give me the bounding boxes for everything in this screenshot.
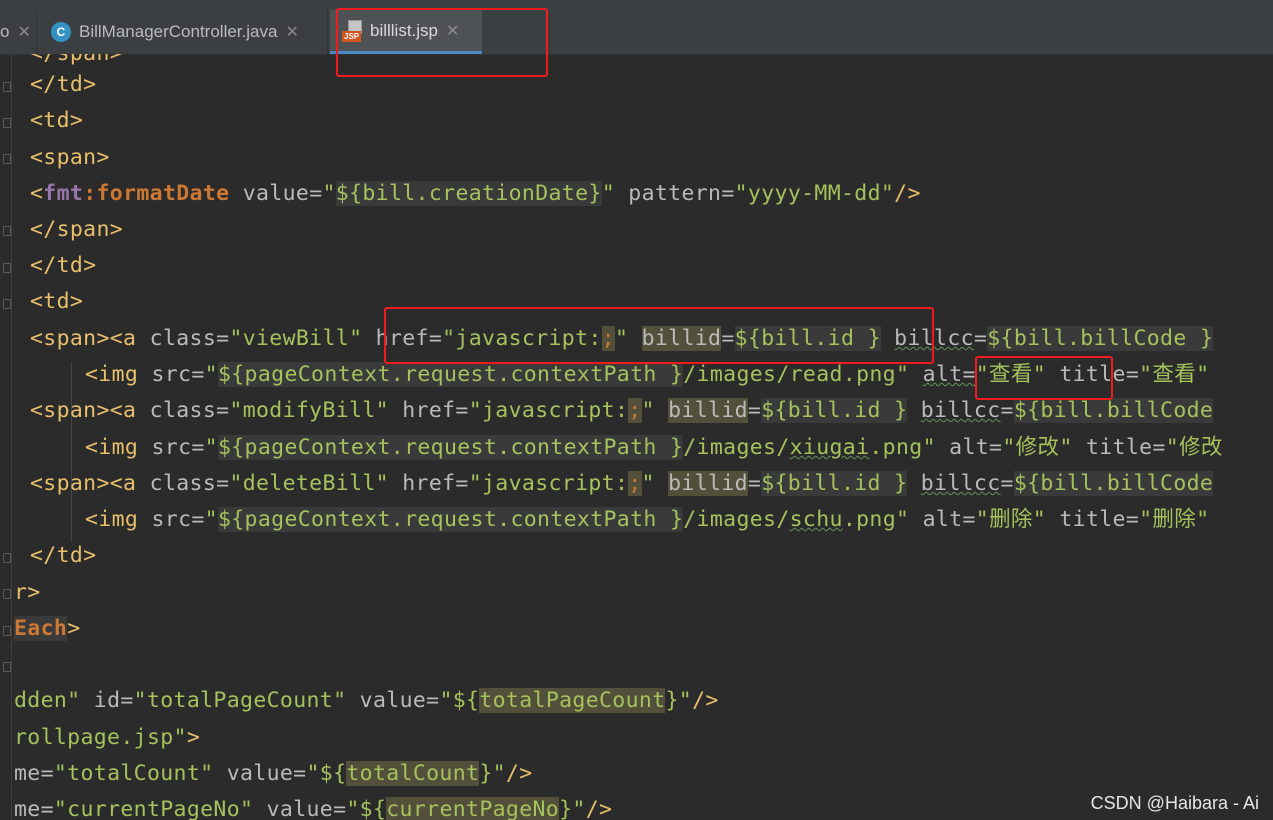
- code-line-rollpage: rollpage.jsp">: [14, 725, 201, 750]
- gutter-divider: [11, 54, 12, 820]
- close-icon[interactable]: ✕: [17, 22, 30, 42]
- fold-marker-icon[interactable]: [3, 589, 11, 599]
- fold-marker-icon[interactable]: [3, 662, 11, 672]
- code-line: <span>: [30, 145, 110, 170]
- fold-marker-icon[interactable]: [3, 263, 11, 273]
- annotation-box-alt: [975, 356, 1113, 400]
- fold-marker-icon[interactable]: [3, 226, 11, 236]
- tab-label: o: [0, 22, 10, 41]
- watermark: CSDN @Haibara - Ai: [1090, 793, 1259, 813]
- code-line-totalcount: me="totalCount" value="${totalCount}"/>: [14, 761, 533, 786]
- code-line-img-xiugai: <img src="${pageContext.request.contextP…: [85, 435, 1223, 460]
- editor-tab-bar: o ✕ C BillManagerController.java ✕ JSP b…: [0, 0, 1273, 55]
- fold-marker-icon[interactable]: [3, 299, 11, 309]
- code-line: </td>: [30, 253, 97, 278]
- code-line: </td>: [30, 72, 97, 97]
- close-icon[interactable]: ✕: [285, 22, 298, 42]
- annotation-box-href-billid: [384, 307, 934, 364]
- java-class-icon: C: [51, 22, 71, 42]
- tab-previous-file[interactable]: o ✕: [0, 10, 34, 54]
- code-line-totalpagecount: dden" id="totalPageCount" value="${total…: [14, 688, 719, 713]
- fold-marker-icon[interactable]: [3, 118, 11, 128]
- code-line: <td>: [30, 289, 84, 314]
- code-editor[interactable]: </span> </td> <td> <span> <fmt:formatDat…: [0, 54, 1273, 820]
- code-line-img-schu: <img src="${pageContext.request.contextP…: [85, 507, 1210, 532]
- fold-marker-icon[interactable]: [3, 154, 11, 164]
- fold-marker-icon[interactable]: [3, 553, 11, 563]
- code-line: r>: [14, 580, 41, 605]
- code-line: <td>: [30, 108, 84, 133]
- code-line-deletebill: <span><a class="deleteBill" href="javasc…: [30, 471, 1214, 496]
- fold-marker-icon[interactable]: [3, 626, 11, 636]
- code-line-formatdate: <fmt:formatDate value="${bill.creationDa…: [30, 181, 921, 206]
- tab-billmanagercontroller[interactable]: C BillManagerController.java ✕: [36, 10, 328, 54]
- code-line: </td>: [30, 543, 97, 568]
- code-line: </span>: [30, 217, 124, 242]
- code-line-foreach-end: Each>: [14, 616, 81, 641]
- code-line-currentpageno: me="currentPageNo" value="${currentPageN…: [14, 797, 613, 820]
- fold-marker-icon[interactable]: [3, 82, 11, 92]
- indent-guide: [71, 362, 72, 542]
- tab-label: BillManagerController.java: [79, 22, 278, 41]
- annotation-box-tab: [336, 8, 548, 77]
